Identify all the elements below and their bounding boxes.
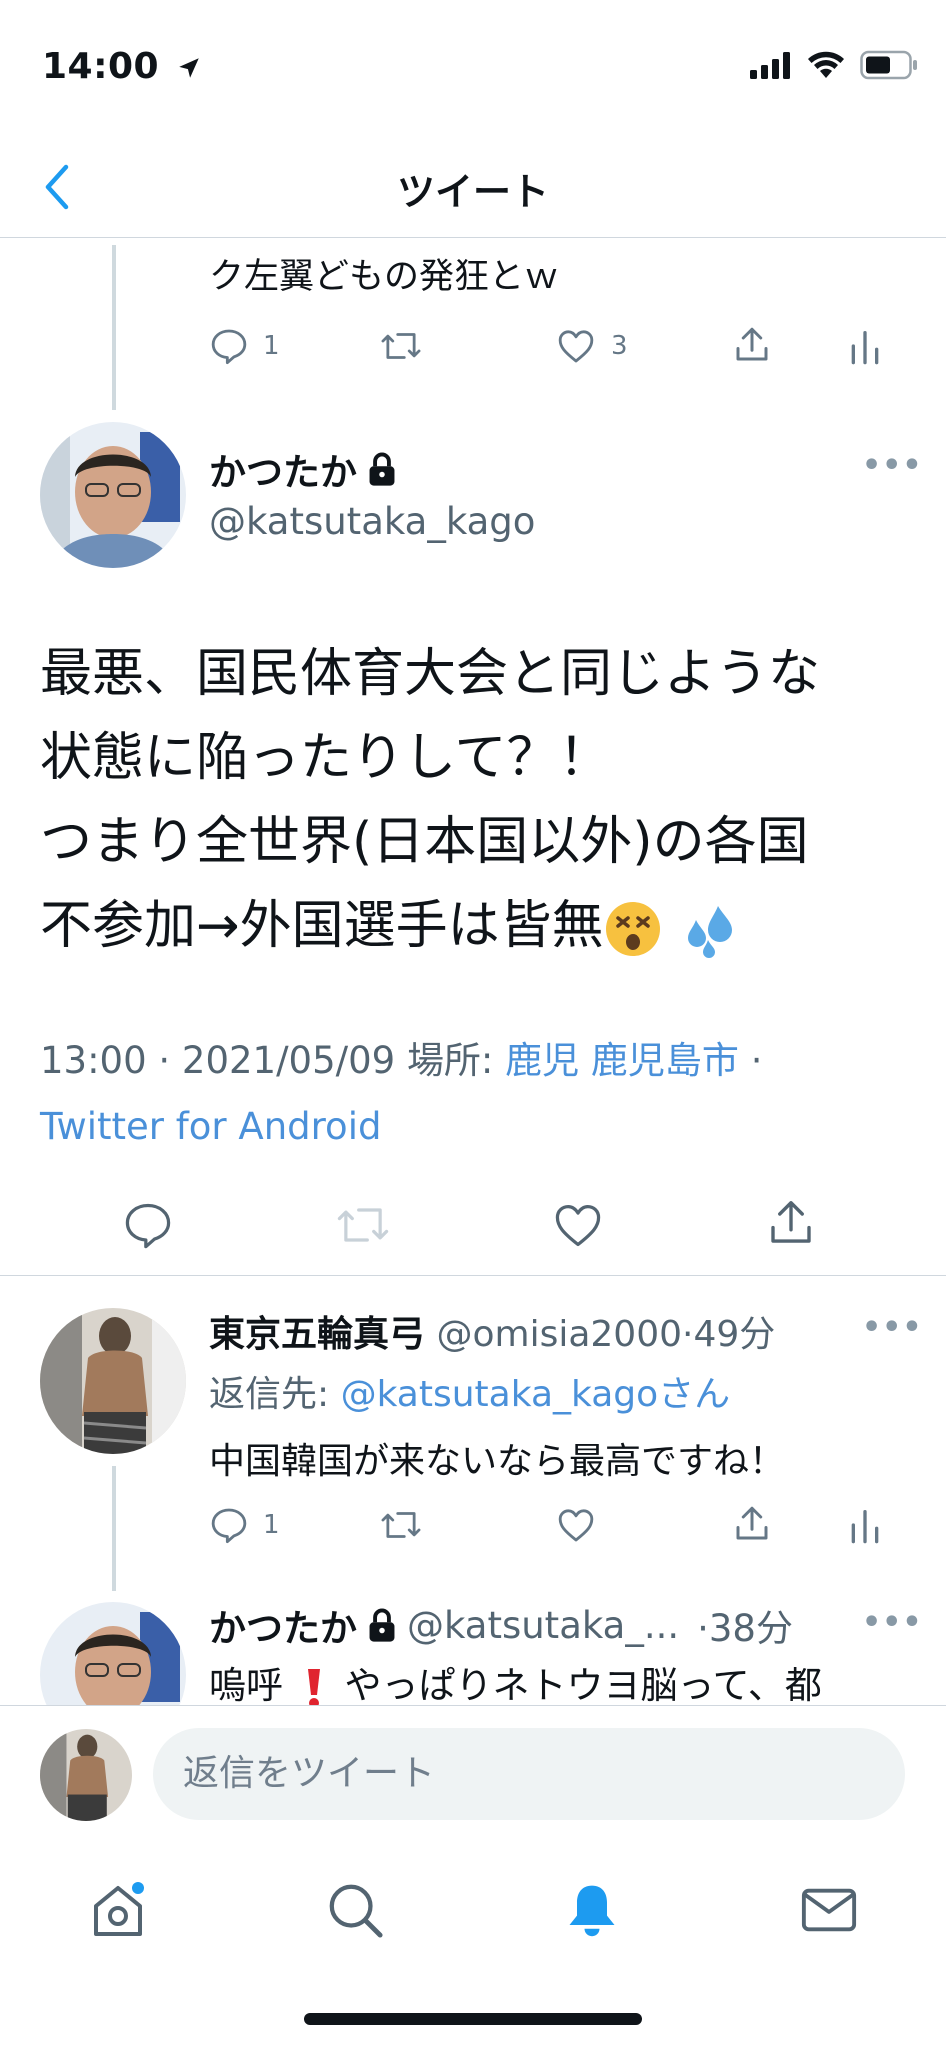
replying-to-label: 返信先: xyxy=(209,1374,330,1415)
share-button[interactable] xyxy=(764,1196,818,1250)
signal-icon xyxy=(750,52,790,79)
parent-tweet-text: ク左翼どもの発狂とｗ xyxy=(209,257,560,297)
comment-icon xyxy=(211,1508,247,1544)
tab-notifications[interactable] xyxy=(557,1875,627,1945)
divider xyxy=(0,1180,946,1181)
retweet-button[interactable] xyxy=(378,1505,424,1545)
retweet-icon xyxy=(381,333,421,359)
retweet-icon xyxy=(381,1512,421,1538)
retweet-button-disabled xyxy=(333,1199,393,1251)
sweat-droplets-emoji-icon xyxy=(687,906,732,958)
location-arrow-icon xyxy=(179,58,199,78)
search-icon xyxy=(329,1884,383,1938)
reply-input[interactable]: 返信をツイート xyxy=(153,1728,905,1820)
status-bar: 14:00 xyxy=(0,0,946,135)
reply-button[interactable] xyxy=(122,1199,174,1251)
share-icon xyxy=(736,1506,768,1540)
analytics-icon xyxy=(851,1510,879,1544)
status-icons xyxy=(750,50,918,80)
thread-line xyxy=(112,1466,116,1591)
reply-author-handle[interactable]: @katsutaka_... xyxy=(407,1604,679,1647)
tweet-timestamp: 13:00 · 2021/05/09 xyxy=(40,1039,396,1082)
share-button[interactable] xyxy=(731,1503,773,1545)
divider xyxy=(0,1275,946,1276)
author-name[interactable]: かつたか xyxy=(209,442,399,496)
analytics-icon xyxy=(851,331,879,365)
reply-text: 嗚呼 やっぱりネトウヨ脳って、都 xyxy=(209,1664,822,1708)
heart-icon xyxy=(555,1204,601,1247)
location-label: 場所: xyxy=(406,1039,494,1082)
reply-text: 中国韓国が来ないなら最高ですね！ xyxy=(209,1441,786,1482)
tweet-text-line: 状態に陥ったりして？！ xyxy=(40,728,611,788)
retweet-icon xyxy=(337,1208,389,1242)
replying-to-link[interactable]: @katsutaka_kagoさん xyxy=(341,1374,731,1415)
tweet-source-link[interactable]: Twitter for Android xyxy=(40,1105,381,1148)
dizzy-face-emoji-icon xyxy=(605,902,660,956)
tweet-text-line: 最悪、国民体育大会と同じような xyxy=(40,644,821,704)
author-avatar[interactable] xyxy=(40,422,186,568)
mail-icon xyxy=(801,1888,857,1932)
analytics-button[interactable] xyxy=(848,326,882,366)
reply-author-name[interactable]: かつたか xyxy=(209,1598,357,1652)
share-button[interactable] xyxy=(731,324,773,366)
reply-time: ·49分 xyxy=(682,1314,776,1355)
tweet-text-line: 不参加→外国選手は皆無 xyxy=(40,884,920,968)
tab-home[interactable] xyxy=(83,1875,153,1945)
tweet-meta: 13:00 · 2021/05/09 場所: 鹿児 鹿児島市 · xyxy=(40,1030,762,1084)
retweet-button[interactable] xyxy=(378,326,424,366)
home-indicator xyxy=(304,2013,642,2025)
tweet-text-line: つまり全世界(日本国以外)の各国 xyxy=(40,812,809,872)
wifi-icon xyxy=(808,51,844,78)
share-icon xyxy=(771,1201,811,1243)
reply-author-handle[interactable]: @omisia2000 xyxy=(436,1314,682,1355)
heart-icon xyxy=(558,1509,594,1542)
meta-separator: · xyxy=(750,1039,763,1082)
reply-count: 1 xyxy=(263,1510,280,1540)
like-button[interactable] xyxy=(555,1505,597,1545)
comment-icon xyxy=(125,1203,171,1249)
reply-author-avatar[interactable] xyxy=(40,1308,186,1454)
status-time: 14:00 xyxy=(42,46,202,87)
reply-author-name[interactable]: 東京五輪真弓 xyxy=(209,1314,425,1355)
like-button[interactable]: 3 xyxy=(555,326,628,366)
reply-header: かつたか @katsutaka_... ·38分 xyxy=(209,1598,793,1652)
reply-button[interactable]: 1 xyxy=(209,1505,280,1545)
tab-messages[interactable] xyxy=(794,1875,864,1945)
heart-icon xyxy=(558,330,594,363)
comment-icon xyxy=(211,329,247,365)
tab-bar xyxy=(0,1845,946,2048)
lock-icon xyxy=(369,1608,395,1642)
more-options-icon[interactable]: ••• xyxy=(862,1310,923,1345)
page-title: ツイート xyxy=(396,170,549,214)
exclamation-emoji-icon xyxy=(307,1668,320,1708)
reply-time: ·38分 xyxy=(697,1607,793,1650)
like-count: 3 xyxy=(611,331,628,361)
reply-count: 1 xyxy=(263,331,280,361)
reply-button[interactable]: 1 xyxy=(209,326,280,366)
author-handle[interactable]: @katsutaka_kago xyxy=(209,500,535,543)
bell-icon xyxy=(569,1885,615,1937)
tweet-text: 最悪、国民体育大会と同じような 状態に陥ったりして？！ つまり全世界(日本国以外… xyxy=(40,632,920,968)
compose-bar: 返信をツイート xyxy=(0,1705,946,1845)
reply-header: 東京五輪真弓 @omisia2000·49分 xyxy=(209,1305,775,1357)
battery-icon xyxy=(860,50,917,80)
analytics-button[interactable] xyxy=(848,1505,882,1545)
home-icon xyxy=(94,1882,144,1936)
tab-search[interactable] xyxy=(320,1875,390,1945)
like-button[interactable] xyxy=(551,1199,605,1251)
thread-line xyxy=(112,245,116,410)
replying-to: 返信先: @katsutaka_kagoさん xyxy=(209,1365,730,1417)
nav-bar: ツイート xyxy=(0,135,946,238)
my-avatar[interactable] xyxy=(40,1729,132,1821)
more-options-icon[interactable]: ••• xyxy=(862,1605,923,1640)
location-link[interactable]: 鹿児 鹿児島市 xyxy=(505,1039,739,1082)
more-options-icon[interactable]: ••• xyxy=(862,448,923,483)
lock-icon xyxy=(369,452,395,486)
share-icon xyxy=(736,327,768,361)
